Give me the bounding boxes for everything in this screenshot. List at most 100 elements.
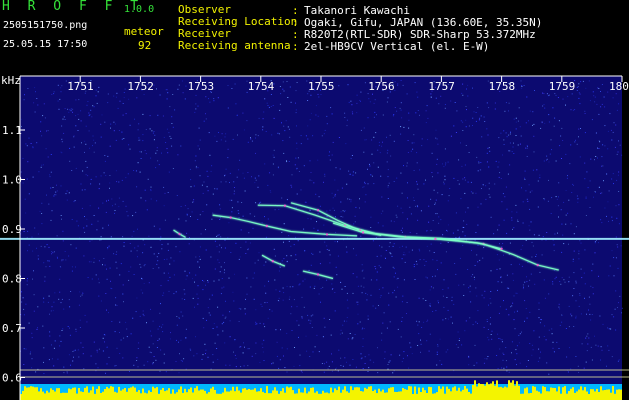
meteor-trace-hotspot xyxy=(325,233,329,236)
noise-dot xyxy=(166,128,168,130)
spectrum-bar xyxy=(384,392,386,400)
noise-dot xyxy=(218,132,219,133)
noise-dot xyxy=(130,266,132,268)
noise-dot xyxy=(532,111,534,113)
noise-dot xyxy=(133,274,135,275)
noise-dot xyxy=(26,280,28,282)
noise-dot xyxy=(97,220,99,222)
noise-dot xyxy=(346,119,348,121)
spectrum-bar xyxy=(362,391,364,400)
noise-dot xyxy=(455,237,457,238)
noise-dot xyxy=(143,265,145,267)
noise-dot xyxy=(311,327,313,328)
noise-dot xyxy=(119,332,120,333)
noise-dot xyxy=(75,167,77,169)
noise-dot xyxy=(67,326,69,327)
noise-dot xyxy=(359,321,361,323)
noise-dot xyxy=(328,365,330,367)
noise-dot xyxy=(102,202,104,204)
noise-dot xyxy=(123,301,124,303)
spectrum-bar xyxy=(562,387,564,400)
spectrum-bar xyxy=(574,392,576,400)
noise-dot xyxy=(572,258,574,260)
noise-dot xyxy=(474,279,475,281)
noise-dot xyxy=(377,347,378,349)
noise-dot xyxy=(166,258,168,260)
noise-dot xyxy=(500,132,502,134)
noise-dot xyxy=(45,266,47,268)
noise-dot xyxy=(486,358,488,360)
noise-dot xyxy=(502,352,504,354)
noise-dot xyxy=(128,144,130,146)
noise-dot xyxy=(84,216,85,217)
noise-dot xyxy=(440,219,442,221)
spectrum-bar xyxy=(264,393,266,400)
noise-dot xyxy=(279,266,280,268)
x-tick-label: 1800 xyxy=(609,80,629,93)
noise-dot xyxy=(334,193,336,195)
noise-dot xyxy=(359,207,360,209)
noise-dot xyxy=(288,235,290,237)
noise-dot xyxy=(575,280,577,282)
noise-dot xyxy=(119,100,121,102)
noise-dot xyxy=(586,350,588,352)
noise-dot xyxy=(98,86,100,88)
noise-dot xyxy=(414,82,416,84)
noise-dot xyxy=(254,262,256,264)
noise-dot xyxy=(283,152,285,154)
noise-dot xyxy=(152,132,154,134)
noise-dot xyxy=(584,297,585,299)
noise-dot xyxy=(312,314,314,316)
noise-dot xyxy=(353,248,354,250)
noise-dot xyxy=(542,236,544,238)
spectrum-bar xyxy=(360,391,362,400)
noise-dot xyxy=(86,104,88,106)
spectrum-bar xyxy=(388,388,390,400)
noise-dot xyxy=(524,300,526,302)
noise-dot xyxy=(375,132,377,134)
noise-dot xyxy=(363,127,365,129)
noise-dot xyxy=(69,109,71,111)
noise-dot xyxy=(186,275,188,277)
noise-dot xyxy=(380,175,382,177)
noise-dot xyxy=(139,263,141,265)
noise-dot xyxy=(423,321,425,323)
noise-dot xyxy=(595,344,597,346)
noise-dot xyxy=(271,134,273,136)
spectrum-bar xyxy=(234,391,236,400)
spectrum-bar xyxy=(316,391,318,400)
noise-dot xyxy=(442,163,443,165)
noise-dot xyxy=(521,86,523,87)
noise-dot xyxy=(347,84,349,86)
noise-dot xyxy=(217,234,219,236)
noise-dot xyxy=(563,201,565,203)
noise-dot xyxy=(33,270,34,272)
noise-dot xyxy=(436,353,438,355)
noise-dot xyxy=(447,200,449,202)
noise-dot xyxy=(57,100,59,102)
noise-dot xyxy=(500,276,502,278)
noise-dot xyxy=(440,95,442,97)
noise-dot xyxy=(231,88,233,89)
noise-dot xyxy=(128,98,130,100)
noise-dot xyxy=(93,261,95,263)
noise-dot xyxy=(331,192,333,194)
noise-dot xyxy=(606,215,607,217)
noise-dot xyxy=(549,153,551,155)
noise-dot xyxy=(538,234,540,236)
noise-dot xyxy=(115,304,117,306)
noise-dot xyxy=(458,183,460,185)
noise-dot xyxy=(393,267,395,269)
noise-dot xyxy=(350,157,352,159)
noise-dot xyxy=(278,367,280,369)
noise-dot xyxy=(473,111,475,113)
noise-dot xyxy=(437,345,439,347)
noise-dot xyxy=(485,185,487,187)
noise-dot xyxy=(478,119,480,121)
noise-dot xyxy=(282,287,284,289)
noise-dot xyxy=(444,104,446,105)
noise-dot xyxy=(487,356,489,357)
noise-dot xyxy=(603,96,605,98)
noise-dot xyxy=(51,251,53,253)
noise-dot xyxy=(615,236,617,238)
